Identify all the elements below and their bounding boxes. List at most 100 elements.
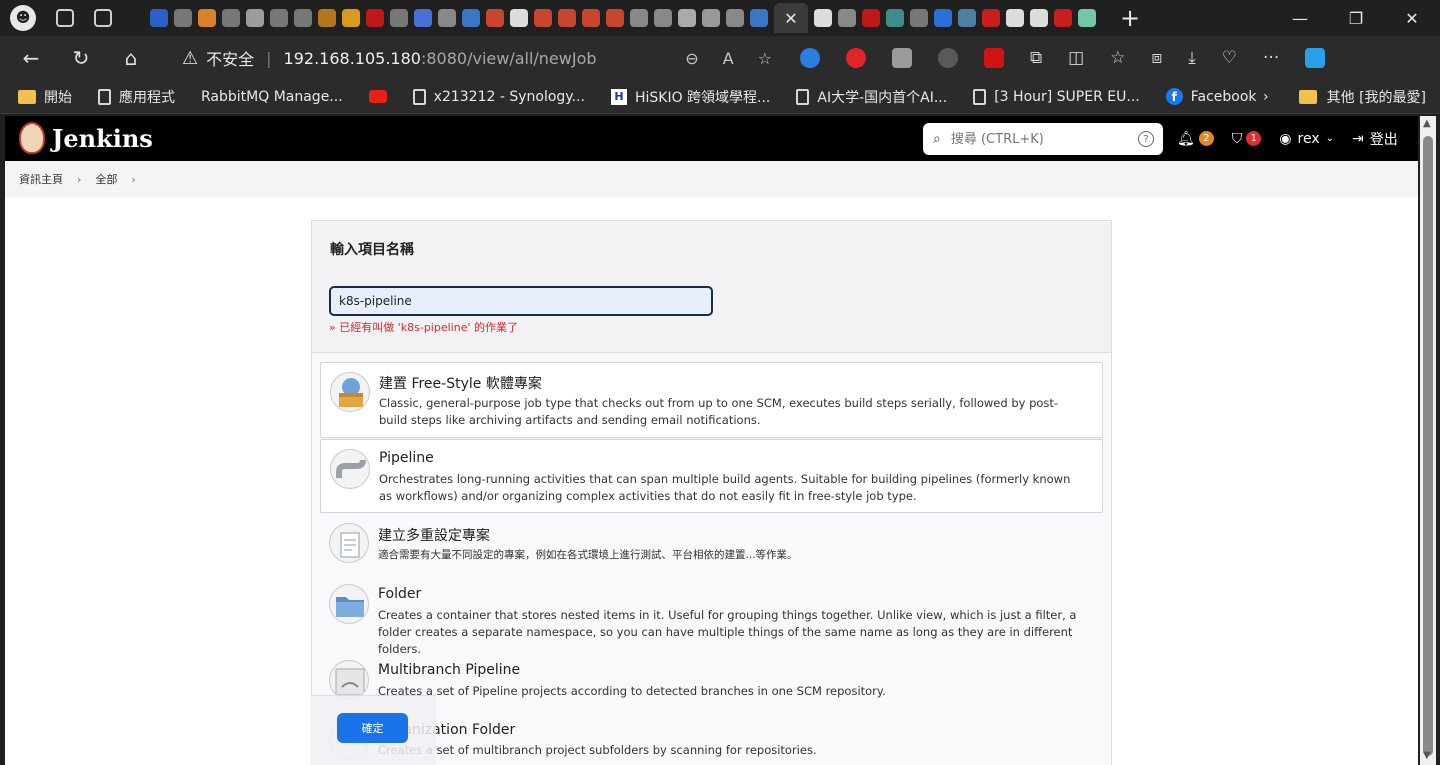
- extensions-icon[interactable]: ⧉: [1030, 48, 1042, 68]
- bookmark-item[interactable]: x213212 - Synology...: [412, 88, 585, 105]
- tab-favicon[interactable]: [534, 9, 552, 27]
- workspaces-icon[interactable]: [56, 9, 74, 27]
- tab-favicon[interactable]: [886, 9, 904, 27]
- copilot-icon[interactable]: [1305, 48, 1326, 68]
- performance-icon[interactable]: ♡: [1222, 48, 1237, 68]
- ok-button[interactable]: 確定: [337, 713, 408, 743]
- tab-favicon[interactable]: [1054, 9, 1072, 27]
- job-type-pipeline[interactable]: Pipeline Orchestrates long-running activ…: [320, 439, 1103, 513]
- scrollbar-thumb[interactable]: [1423, 136, 1433, 756]
- bookmark-item[interactable]: [368, 90, 387, 103]
- tab-favicon[interactable]: [726, 9, 744, 27]
- breadcrumb-dashboard[interactable]: 資訊主頁: [19, 171, 63, 187]
- bookmark-item[interactable]: f Facebook: [1165, 88, 1257, 105]
- search-input[interactable]: [950, 131, 1131, 147]
- extension-icon[interactable]: [892, 48, 912, 68]
- tab-favicon[interactable]: [750, 9, 768, 27]
- tab-favicon[interactable]: [366, 9, 384, 27]
- active-tab-close-icon[interactable]: ✕: [774, 3, 808, 33]
- tab-favicon[interactable]: [438, 9, 456, 27]
- tab-favicon[interactable]: [982, 9, 1000, 27]
- tab-favicon[interactable]: [150, 9, 168, 27]
- tab-favicon[interactable]: [246, 9, 264, 27]
- security-label[interactable]: 不安全: [206, 46, 254, 70]
- job-type-folder[interactable]: Folder Creates a container that stores n…: [320, 581, 1103, 656]
- favorites-icon[interactable]: ☆: [1110, 48, 1125, 68]
- page-scrollbar[interactable]: ▲ ▼: [1420, 116, 1436, 765]
- tab-favicon[interactable]: [630, 9, 648, 27]
- item-name-input[interactable]: [329, 286, 713, 316]
- tab-favicon[interactable]: [414, 9, 432, 27]
- new-tab-icon[interactable]: +: [1120, 4, 1140, 32]
- tab-favicon[interactable]: [838, 9, 856, 27]
- bookmark-item[interactable]: RabbitMQ Manage...: [201, 89, 343, 105]
- tab-favicon[interactable]: [862, 9, 880, 27]
- security-button[interactable]: ⛉ 1: [1232, 131, 1262, 147]
- job-type-freestyle[interactable]: 建置 Free-Style 軟體專案 Classic, general-purp…: [320, 362, 1103, 438]
- tab-favicon[interactable]: [814, 9, 832, 27]
- collections-icon[interactable]: ⧈: [1151, 48, 1162, 68]
- bookmark-item[interactable]: AI大学-国内首个AI...: [796, 87, 947, 107]
- tab-favicon[interactable]: [1030, 9, 1048, 27]
- tab-favicon[interactable]: [1078, 9, 1096, 27]
- address-bar[interactable]: ⚠ 不安全 | 192.168.105.180:8080/view/all/ne…: [162, 41, 792, 75]
- job-type-multibranch[interactable]: Multibranch Pipeline Creates a set of Pi…: [320, 657, 1103, 707]
- job-type-organization-folder[interactable]: Organization Folder Creates a set of mul…: [320, 717, 1103, 765]
- back-icon[interactable]: ←: [6, 46, 56, 70]
- jenkins-logo-icon[interactable]: [19, 122, 45, 154]
- tab-favicon[interactable]: [174, 9, 192, 27]
- more-menu-icon[interactable]: ···: [1263, 48, 1279, 68]
- scroll-down-icon[interactable]: ▼: [1423, 750, 1431, 761]
- bookmark-item[interactable]: 應用程式: [98, 87, 175, 107]
- job-type-multi-config[interactable]: 建立多重設定專案 適合需要有大量不同設定的專案，例如在各式環境上進行測試、平台相…: [320, 517, 1103, 577]
- tab-favicon[interactable]: [702, 9, 720, 27]
- profile-avatar-icon[interactable]: ☻: [10, 5, 36, 31]
- extension-icon[interactable]: [800, 48, 820, 68]
- bookmark-item[interactable]: [3 Hour] SUPER EU...: [973, 88, 1140, 105]
- tab-favicon[interactable]: [558, 9, 576, 27]
- read-aloud-icon[interactable]: A: [723, 49, 734, 68]
- url-host[interactable]: 192.168.105.180: [284, 49, 421, 68]
- search-box[interactable]: ⌕ ?: [923, 123, 1163, 155]
- tab-favicon[interactable]: [294, 9, 312, 27]
- tab-favicon[interactable]: [910, 9, 928, 27]
- minimize-icon[interactable]: —: [1272, 9, 1328, 28]
- split-screen-icon[interactable]: ◫: [1068, 48, 1084, 68]
- tab-favicon[interactable]: [318, 9, 336, 27]
- bookmark-item[interactable]: 開始: [18, 87, 72, 107]
- url-path[interactable]: :8080/view/all/newJob: [421, 49, 597, 68]
- user-menu[interactable]: ◉ rex ⌄: [1279, 131, 1334, 147]
- chevron-right-icon[interactable]: ›: [1263, 89, 1269, 105]
- extension-icon[interactable]: [938, 48, 958, 68]
- tab-favicon[interactable]: [198, 9, 216, 27]
- tab-favicon[interactable]: [342, 9, 360, 27]
- logout-button[interactable]: ⇥ 登出: [1352, 129, 1398, 149]
- scroll-up-icon[interactable]: ▲: [1423, 118, 1431, 129]
- tab-favicon[interactable]: [462, 9, 480, 27]
- extension-icon[interactable]: [846, 48, 866, 68]
- tab-favicon[interactable]: [510, 9, 528, 27]
- warning-icon[interactable]: ⚠: [182, 48, 198, 69]
- notifications-button[interactable]: 🔔︎ 2: [1177, 131, 1214, 147]
- help-icon[interactable]: ?: [1138, 131, 1154, 147]
- tab-favicon[interactable]: [958, 9, 976, 27]
- reload-icon[interactable]: ↻: [56, 46, 106, 70]
- close-window-icon[interactable]: ✕: [1384, 9, 1440, 28]
- tab-favicon[interactable]: [1006, 9, 1024, 27]
- vertical-tabs-icon[interactable]: [94, 9, 112, 27]
- extension-icon[interactable]: [984, 48, 1004, 68]
- other-bookmarks-label[interactable]: 其他 [我的最愛]: [1327, 87, 1426, 107]
- tab-favicon[interactable]: [486, 9, 504, 27]
- downloads-icon[interactable]: ⤓: [1188, 48, 1196, 68]
- favorite-star-icon[interactable]: ☆: [758, 49, 772, 68]
- tab-favicon[interactable]: [222, 9, 240, 27]
- tab-favicon[interactable]: [270, 9, 288, 27]
- tab-favicon[interactable]: [678, 9, 696, 27]
- tab-favicon[interactable]: [934, 9, 952, 27]
- tab-favicon[interactable]: [606, 9, 624, 27]
- tab-favicon[interactable]: [390, 9, 408, 27]
- bookmark-item[interactable]: H HiSKIO 跨領域學程...: [610, 87, 770, 107]
- tab-favicon[interactable]: [582, 9, 600, 27]
- jenkins-title[interactable]: Jenkins: [52, 124, 153, 153]
- tab-favicon[interactable]: [654, 9, 672, 27]
